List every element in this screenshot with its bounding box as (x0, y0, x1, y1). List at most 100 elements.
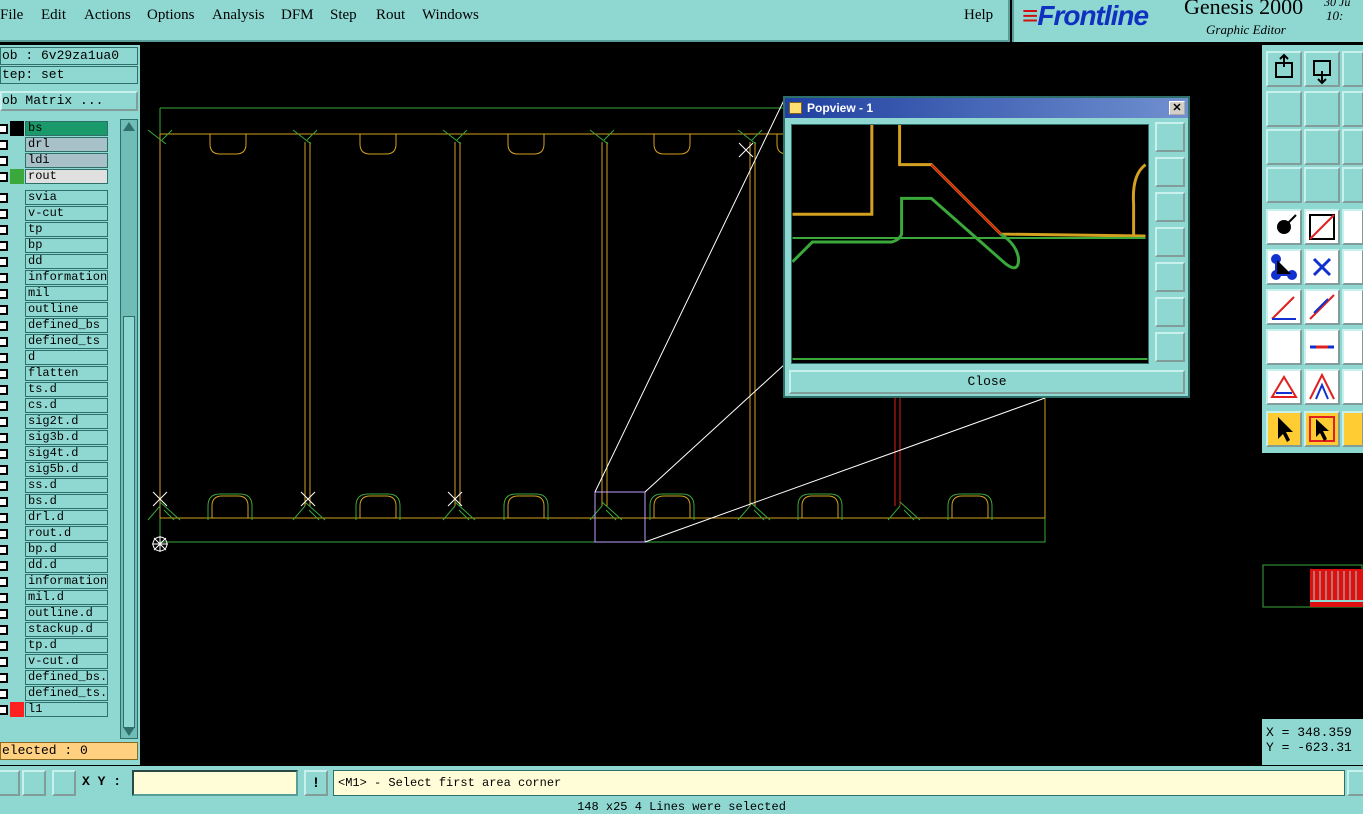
layer-color-swatch[interactable] (10, 686, 24, 701)
layer-name[interactable]: dd.d (25, 558, 108, 573)
layer-name[interactable]: sig2t.d (25, 414, 108, 429)
layer-checkbox[interactable] (0, 257, 8, 267)
layer-name[interactable]: bs (25, 121, 108, 136)
layer-color-swatch[interactable] (10, 302, 24, 317)
layer-name[interactable]: mil.d (25, 590, 108, 605)
layer-row[interactable]: defined_bs (0, 318, 112, 333)
layer-checkbox[interactable] (0, 529, 8, 539)
layer-name[interactable]: stackup.d (25, 622, 108, 637)
connect-nodes-icon[interactable] (1266, 249, 1302, 285)
delete-node-icon[interactable] (1304, 249, 1340, 285)
layer-color-swatch[interactable] (10, 366, 24, 381)
pan-up-right-icon[interactable] (1342, 51, 1363, 87)
grid-view-icon[interactable] (1304, 167, 1340, 203)
layer-color-swatch[interactable] (10, 238, 24, 253)
layer-row[interactable]: l1 (0, 702, 112, 717)
layer-scrollbar[interactable] (120, 119, 138, 739)
layer-name[interactable]: mil (25, 286, 108, 301)
layer-color-swatch[interactable] (10, 526, 24, 541)
layer-name[interactable]: bp.d (25, 542, 108, 557)
layer-row[interactable]: defined_ts (0, 334, 112, 349)
layer-checkbox[interactable] (0, 241, 8, 251)
layer-name[interactable]: drl.d (25, 510, 108, 525)
ruler-icon[interactable] (1342, 209, 1363, 245)
layer-name[interactable]: l1 (25, 702, 108, 717)
pan-right-icon[interactable] (1304, 91, 1340, 127)
popview-zoom-fit-button[interactable] (1155, 122, 1185, 152)
close-icon[interactable]: ✕ (1169, 101, 1185, 115)
select-box-icon[interactable] (1304, 411, 1340, 447)
layer-checkbox[interactable] (0, 593, 8, 603)
layer-name[interactable]: bp (25, 238, 108, 253)
layer-row[interactable]: defined_bs.d (0, 670, 112, 685)
layer-name[interactable]: defined_ts (25, 334, 108, 349)
layer-row[interactable]: bs (0, 121, 112, 136)
layer-row[interactable]: stackup.d (0, 622, 112, 637)
layer-name[interactable]: ldi (25, 153, 108, 168)
layer-checkbox[interactable] (0, 140, 8, 150)
layer-checkbox[interactable] (0, 156, 8, 166)
zoom-fit-icon[interactable] (1266, 129, 1302, 165)
layer-row[interactable]: outline.d (0, 606, 112, 621)
layer-color-swatch[interactable] (10, 137, 24, 152)
layer-color-swatch[interactable] (10, 654, 24, 669)
pan-left-icon[interactable] (1266, 91, 1302, 127)
layer-color-swatch[interactable] (10, 222, 24, 237)
layer-checkbox[interactable] (0, 481, 8, 491)
layer-name[interactable]: dd (25, 254, 108, 269)
menu-actions[interactable]: Actions (84, 7, 131, 24)
scroll-down-icon[interactable] (123, 727, 135, 736)
popview-titlebar[interactable]: Popview - 1 (785, 98, 1188, 118)
layer-color-swatch[interactable] (10, 430, 24, 445)
menu-help[interactable]: Help (964, 7, 993, 24)
layer-row[interactable]: v-cut (0, 206, 112, 221)
measure-icon[interactable] (22, 770, 46, 796)
layer-row[interactable]: mil (0, 286, 112, 301)
layer-checkbox[interactable] (0, 401, 8, 411)
layer-checkbox[interactable] (0, 209, 8, 219)
node-extra-icon[interactable] (1342, 249, 1363, 285)
layer-checkbox[interactable] (0, 657, 8, 667)
popview-zoom-out-button[interactable] (1155, 332, 1185, 362)
layer-row[interactable]: bp.d (0, 542, 112, 557)
layer-row[interactable]: bs.d (0, 494, 112, 509)
snap-settings-icon[interactable] (1266, 167, 1302, 203)
popview-pan-up-button[interactable] (1155, 157, 1185, 187)
layer-checkbox[interactable] (0, 705, 8, 715)
layer-checkbox[interactable] (0, 641, 8, 651)
layer-checkbox[interactable] (0, 273, 8, 283)
layer-checkbox[interactable] (0, 465, 8, 475)
layer-name[interactable]: sig5b.d (25, 462, 108, 477)
layer-row[interactable]: drl (0, 137, 112, 152)
layer-name[interactable]: information (25, 574, 108, 589)
layer-row[interactable]: v-cut.d (0, 654, 112, 669)
zoom-extra-icon[interactable] (1342, 129, 1363, 165)
layer-color-swatch[interactable] (10, 270, 24, 285)
snap-icon[interactable] (0, 770, 20, 796)
layer-color-swatch[interactable] (10, 494, 24, 509)
add-pad-icon[interactable] (1266, 329, 1302, 365)
layer-color-swatch[interactable] (10, 318, 24, 333)
layer-row[interactable]: cs.d (0, 398, 112, 413)
layer-name[interactable]: rout (25, 169, 108, 184)
layer-name[interactable]: outline (25, 302, 108, 317)
layer-color-swatch[interactable] (10, 606, 24, 621)
layer-row[interactable]: sig2t.d (0, 414, 112, 429)
menu-dfm[interactable]: DFM (281, 7, 314, 24)
layer-row[interactable]: information (0, 574, 112, 589)
draw-diagonal-icon[interactable] (1304, 289, 1340, 325)
layer-row[interactable]: flatten (0, 366, 112, 381)
layer-name[interactable]: ss.d (25, 478, 108, 493)
pan-up-icon[interactable] (1266, 51, 1302, 87)
break-line-icon[interactable] (1304, 329, 1340, 365)
layer-color-swatch[interactable] (10, 446, 24, 461)
mode-button[interactable] (1347, 770, 1363, 796)
layer-color-swatch[interactable] (10, 590, 24, 605)
layer-name[interactable]: flatten (25, 366, 108, 381)
popview-pan-down-button[interactable] (1155, 192, 1185, 222)
layer-checkbox[interactable] (0, 172, 8, 182)
layer-color-swatch[interactable] (10, 478, 24, 493)
layer-row[interactable]: ldi (0, 153, 112, 168)
layer-checkbox[interactable] (0, 417, 8, 427)
layer-checkbox[interactable] (0, 337, 8, 347)
